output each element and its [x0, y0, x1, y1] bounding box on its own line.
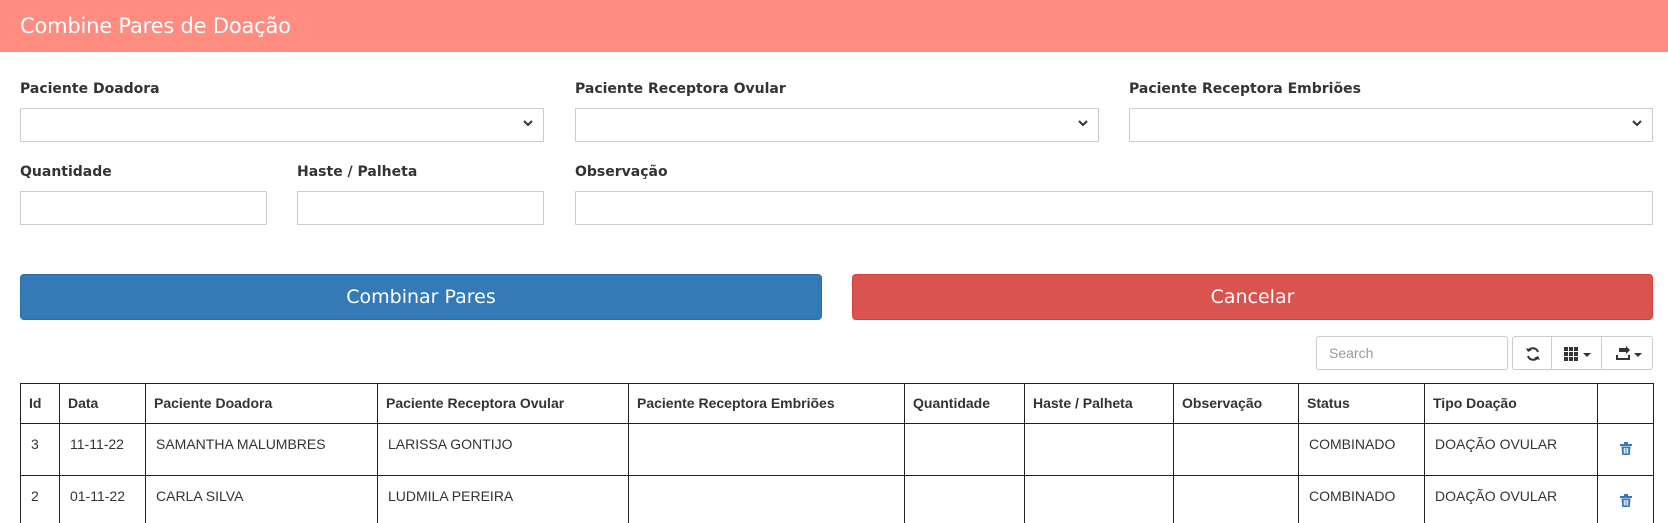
- column-header-actions: [1597, 383, 1654, 424]
- column-header-id[interactable]: Id: [20, 383, 60, 424]
- column-header-paciente-receptora-embrioes[interactable]: Paciente Receptora Embriões: [628, 383, 905, 424]
- columns-button[interactable]: [1551, 336, 1602, 370]
- column-header-observacao[interactable]: Observação: [1173, 383, 1299, 424]
- cell-paciente-doadora: SAMANTHA MALUMBRES: [145, 423, 378, 476]
- observacao-input[interactable]: [575, 191, 1653, 225]
- table-row: 2 01-11-22 CARLA SILVA LUDMILA PEREIRA C…: [20, 475, 1654, 523]
- table-row: 3 11-11-22 SAMANTHA MALUMBRES LARISSA GO…: [20, 423, 1654, 476]
- refresh-button[interactable]: [1512, 336, 1552, 370]
- cell-tipo-doacao: DOAÇÃO OVULAR: [1424, 423, 1598, 476]
- cell-haste-palheta: [1024, 423, 1174, 476]
- doacao-table: Id Data Paciente Doadora Paciente Recept…: [20, 383, 1654, 523]
- cell-observacao: [1173, 475, 1299, 523]
- column-header-paciente-doadora[interactable]: Paciente Doadora: [145, 383, 378, 424]
- cell-paciente-receptora-embrioes: [628, 423, 905, 476]
- search-input[interactable]: [1316, 336, 1508, 370]
- cell-paciente-receptora-embrioes: [628, 475, 905, 523]
- column-header-data[interactable]: Data: [59, 383, 146, 424]
- paciente-receptora-embrioes-label: Paciente Receptora Embriões: [1129, 81, 1361, 97]
- haste-palheta-input[interactable]: [297, 191, 544, 225]
- cell-id: 2: [20, 475, 60, 523]
- cell-paciente-doadora: CARLA SILVA: [145, 475, 378, 523]
- chevron-down-icon: [1078, 120, 1088, 127]
- grid-icon: [1564, 347, 1591, 361]
- trash-icon[interactable]: [1619, 442, 1632, 455]
- quantidade-input[interactable]: [20, 191, 267, 225]
- column-header-quantidade[interactable]: Quantidade: [904, 383, 1025, 424]
- page-header: Combine Pares de Doação: [0, 0, 1668, 52]
- paciente-receptora-ovular-label: Paciente Receptora Ovular: [575, 81, 786, 97]
- refresh-icon: [1526, 347, 1540, 361]
- cell-actions: [1597, 475, 1654, 523]
- cell-status: COMBINADO: [1298, 475, 1425, 523]
- cell-quantidade: [904, 423, 1025, 476]
- cancelar-button[interactable]: Cancelar: [852, 274, 1653, 320]
- chevron-down-icon: [523, 120, 533, 127]
- column-header-status[interactable]: Status: [1298, 383, 1425, 424]
- chevron-down-icon: [1632, 120, 1642, 127]
- trash-icon[interactable]: [1619, 494, 1632, 507]
- cell-status: COMBINADO: [1298, 423, 1425, 476]
- cell-id: 3: [20, 423, 60, 476]
- cell-actions: [1597, 423, 1654, 476]
- haste-palheta-label: Haste / Palheta: [297, 164, 418, 180]
- paciente-receptora-ovular-select[interactable]: [575, 108, 1099, 142]
- export-button[interactable]: [1601, 336, 1653, 370]
- cell-observacao: [1173, 423, 1299, 476]
- export-icon: [1616, 346, 1642, 360]
- column-header-paciente-receptora-ovular[interactable]: Paciente Receptora Ovular: [377, 383, 629, 424]
- cell-paciente-receptora-ovular: LARISSA GONTIJO: [377, 423, 629, 476]
- cell-paciente-receptora-ovular: LUDMILA PEREIRA: [377, 475, 629, 523]
- paciente-doadora-select[interactable]: [20, 108, 544, 142]
- column-header-tipo-doacao[interactable]: Tipo Doação: [1424, 383, 1598, 424]
- combinar-pares-button[interactable]: Combinar Pares: [20, 274, 822, 320]
- column-header-haste-palheta[interactable]: Haste / Palheta: [1024, 383, 1174, 424]
- cell-quantidade: [904, 475, 1025, 523]
- quantidade-label: Quantidade: [20, 164, 112, 180]
- paciente-receptora-embrioes-select[interactable]: [1129, 108, 1653, 142]
- cell-data: 11-11-22: [59, 423, 146, 476]
- paciente-doadora-label: Paciente Doadora: [20, 81, 160, 97]
- cell-haste-palheta: [1024, 475, 1174, 523]
- observacao-label: Observação: [575, 164, 668, 180]
- cell-tipo-doacao: DOAÇÃO OVULAR: [1424, 475, 1598, 523]
- table-header-row: Id Data Paciente Doadora Paciente Recept…: [20, 383, 1654, 424]
- cell-data: 01-11-22: [59, 475, 146, 523]
- page-title: Combine Pares de Doação: [20, 14, 291, 38]
